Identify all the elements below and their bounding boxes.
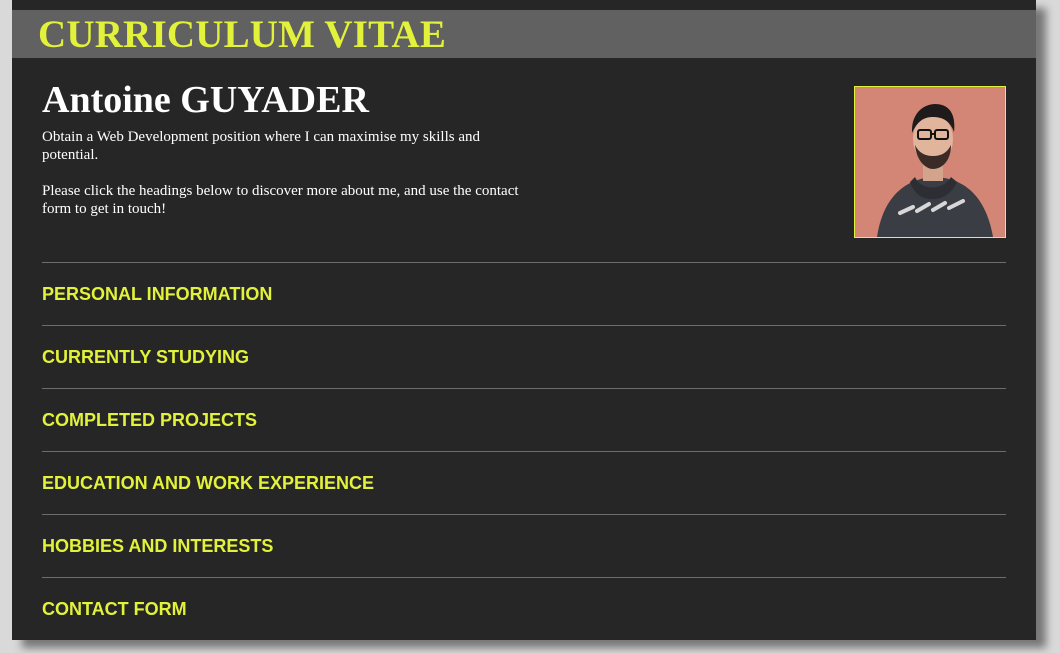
section-completed-projects[interactable]: COMPLETED PROJECTS (42, 388, 1006, 451)
page-title: CURRICULUM VITAE (38, 13, 447, 56)
header-banner: CURRICULUM VITAE (12, 10, 1036, 58)
section-education-work-experience[interactable]: EDUCATION AND WORK EXPERIENCE (42, 451, 1006, 514)
cv-page: CURRICULUM VITAE Antoine GUYADER Obtain … (12, 0, 1036, 640)
intro-text: Obtain a Web Development position where … (42, 128, 532, 236)
section-heading[interactable]: PERSONAL INFORMATION (42, 283, 272, 305)
section-heading[interactable]: HOBBIES AND INTERESTS (42, 535, 273, 557)
instructions-text: Please click the headings below to disco… (42, 183, 519, 217)
person-name: Antoine GUYADER (42, 79, 369, 121)
profile-photo (854, 86, 1006, 238)
section-personal-information[interactable]: PERSONAL INFORMATION (42, 262, 1006, 325)
section-heading[interactable]: CONTACT FORM (42, 598, 187, 620)
section-contact-form[interactable]: CONTACT FORM (42, 577, 1006, 640)
objective-text: Obtain a Web Development position where … (42, 129, 481, 163)
section-heading[interactable]: EDUCATION AND WORK EXPERIENCE (42, 472, 374, 494)
section-hobbies-interests[interactable]: HOBBIES AND INTERESTS (42, 514, 1006, 577)
section-currently-studying[interactable]: CURRENTLY STUDYING (42, 325, 1006, 388)
section-heading[interactable]: COMPLETED PROJECTS (42, 409, 257, 431)
cv-sections: PERSONAL INFORMATION CURRENTLY STUDYING … (42, 262, 1006, 640)
section-heading[interactable]: CURRENTLY STUDYING (42, 346, 249, 368)
top-strip (12, 0, 1036, 10)
